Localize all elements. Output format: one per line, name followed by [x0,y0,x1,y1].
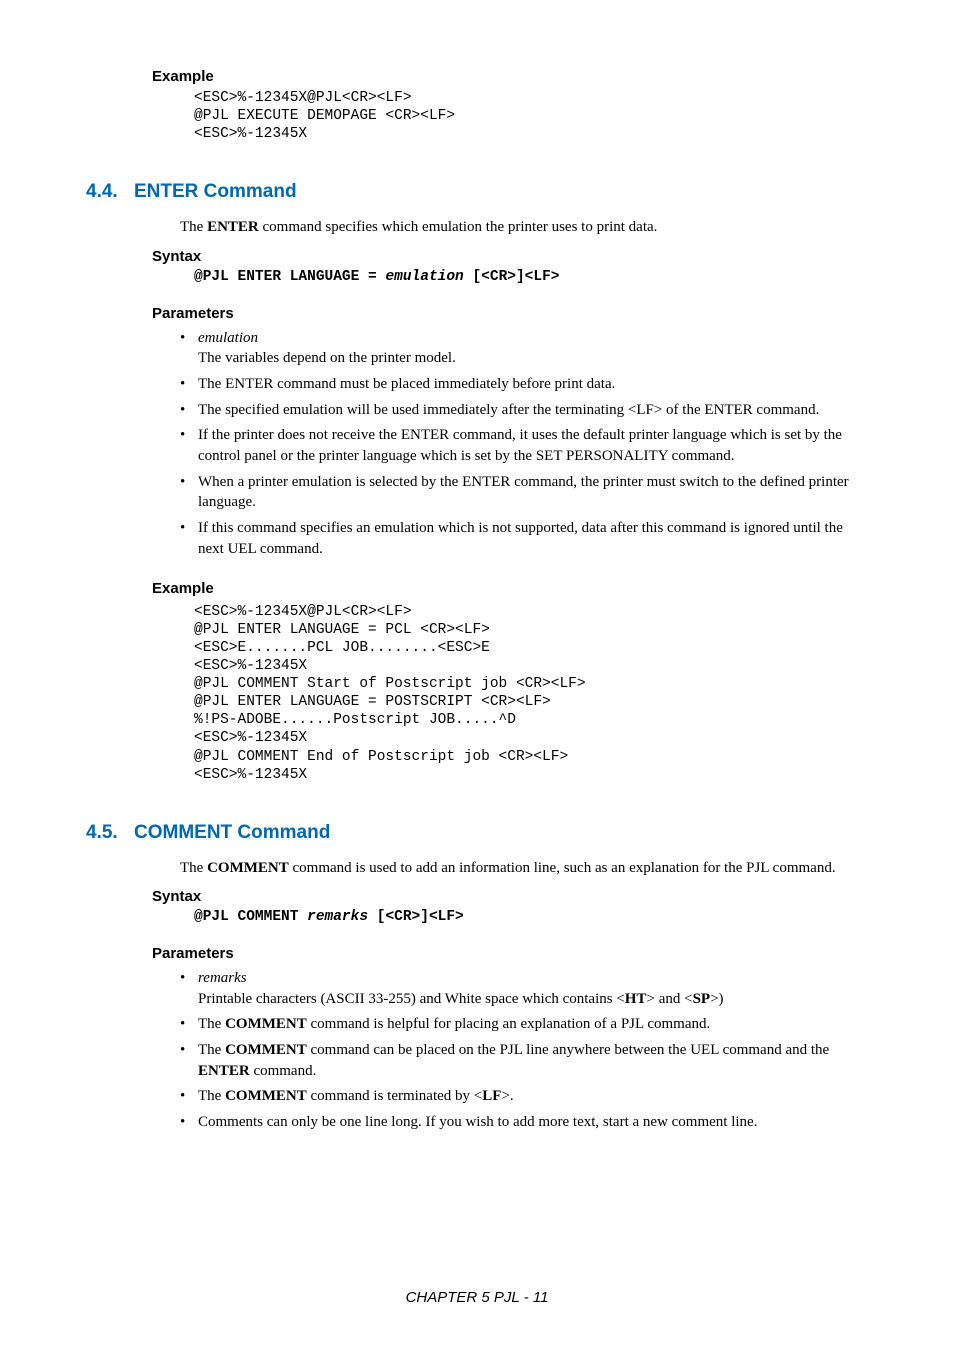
section-number: 4.4. [86,181,134,203]
syntax-heading: Syntax [152,888,868,905]
example-heading: Example [152,68,868,85]
section-title: COMMENT Command [134,822,330,843]
text: >) [710,991,723,1007]
parameters-list-44: emulation The variables depend on the pr… [180,328,868,560]
text: command can be placed on the PJL line an… [307,1042,829,1058]
italic-text: emulation [385,269,463,285]
bold-text: HT [625,991,647,1007]
italic-text: remarks [307,909,368,925]
text: The [198,1016,225,1032]
text: command. [250,1063,317,1079]
text: The [198,1088,225,1104]
bold-text: COMMENT [225,1042,307,1058]
bold-text: COMMENT [225,1016,307,1032]
list-item: The COMMENT command can be placed on the… [180,1040,868,1081]
bold-text: COMMENT [225,1088,307,1104]
bold-text: ENTER [198,1063,250,1079]
italic-text: remarks [198,970,247,986]
section-title: ENTER Command [134,181,297,202]
list-item: The COMMENT command is helpful for placi… [180,1014,868,1035]
text: @PJL COMMENT [194,909,307,925]
list-item: When a printer emulation is selected by … [180,472,868,513]
syntax-heading: Syntax [152,248,868,265]
example-code-block: <ESC>%-12345X@PJL<CR><LF> @PJL ENTER LAN… [194,603,868,784]
text: command is used to add an information li… [289,860,836,876]
italic-text: emulation [198,330,258,346]
text: command is terminated by < [307,1088,483,1104]
list-item: The COMMENT command is terminated by <LF… [180,1086,868,1107]
page-footer: CHAPTER 5 PJL - 11 [0,1289,954,1306]
text: @PJL ENTER LANGUAGE = [194,269,385,285]
section-heading-45: 4.5.COMMENT Command [86,822,868,844]
section-number: 4.5. [86,822,134,844]
list-item: remarks Printable characters (ASCII 33-2… [180,968,868,1009]
text: Printable characters (ASCII 33-255) and … [198,991,625,1007]
example-code-block: <ESC>%-12345X@PJL<CR><LF> @PJL EXECUTE D… [194,89,868,143]
text: The [198,1042,225,1058]
parameters-list-45: remarks Printable characters (ASCII 33-2… [180,968,868,1133]
list-item: emulation The variables depend on the pr… [180,328,868,369]
text: [<CR>]<LF> [464,269,560,285]
syntax-code: @PJL COMMENT remarks [<CR>]<LF> [194,909,868,925]
text: command specifies which emulation the pr… [259,219,658,235]
text: command is helpful for placing an explan… [307,1016,711,1032]
syntax-code: @PJL ENTER LANGUAGE = emulation [<CR>]<L… [194,269,868,285]
text: >. [501,1088,513,1104]
text: > and < [646,991,692,1007]
text: The [180,860,207,876]
list-item: The specified emulation will be used imm… [180,400,868,421]
parameters-heading: Parameters [152,945,868,962]
list-item: Comments can only be one line long. If y… [180,1112,868,1133]
section-heading-44: 4.4.ENTER Command [86,181,868,203]
bold-text: ENTER [207,219,259,235]
list-item: The ENTER command must be placed immedia… [180,374,868,395]
intro-text-44: The ENTER command specifies which emulat… [180,217,868,237]
bold-text: COMMENT [207,860,289,876]
example-heading: Example [152,580,868,597]
text: The variables depend on the printer mode… [198,350,456,366]
intro-text-45: The COMMENT command is used to add an in… [180,858,868,878]
text: [<CR>]<LF> [368,909,464,925]
parameters-heading: Parameters [152,305,868,322]
text: The [180,219,207,235]
bold-text: LF [482,1088,501,1104]
list-item: If the printer does not receive the ENTE… [180,425,868,466]
list-item: If this command specifies an emulation w… [180,518,868,559]
bold-text: SP [693,991,711,1007]
